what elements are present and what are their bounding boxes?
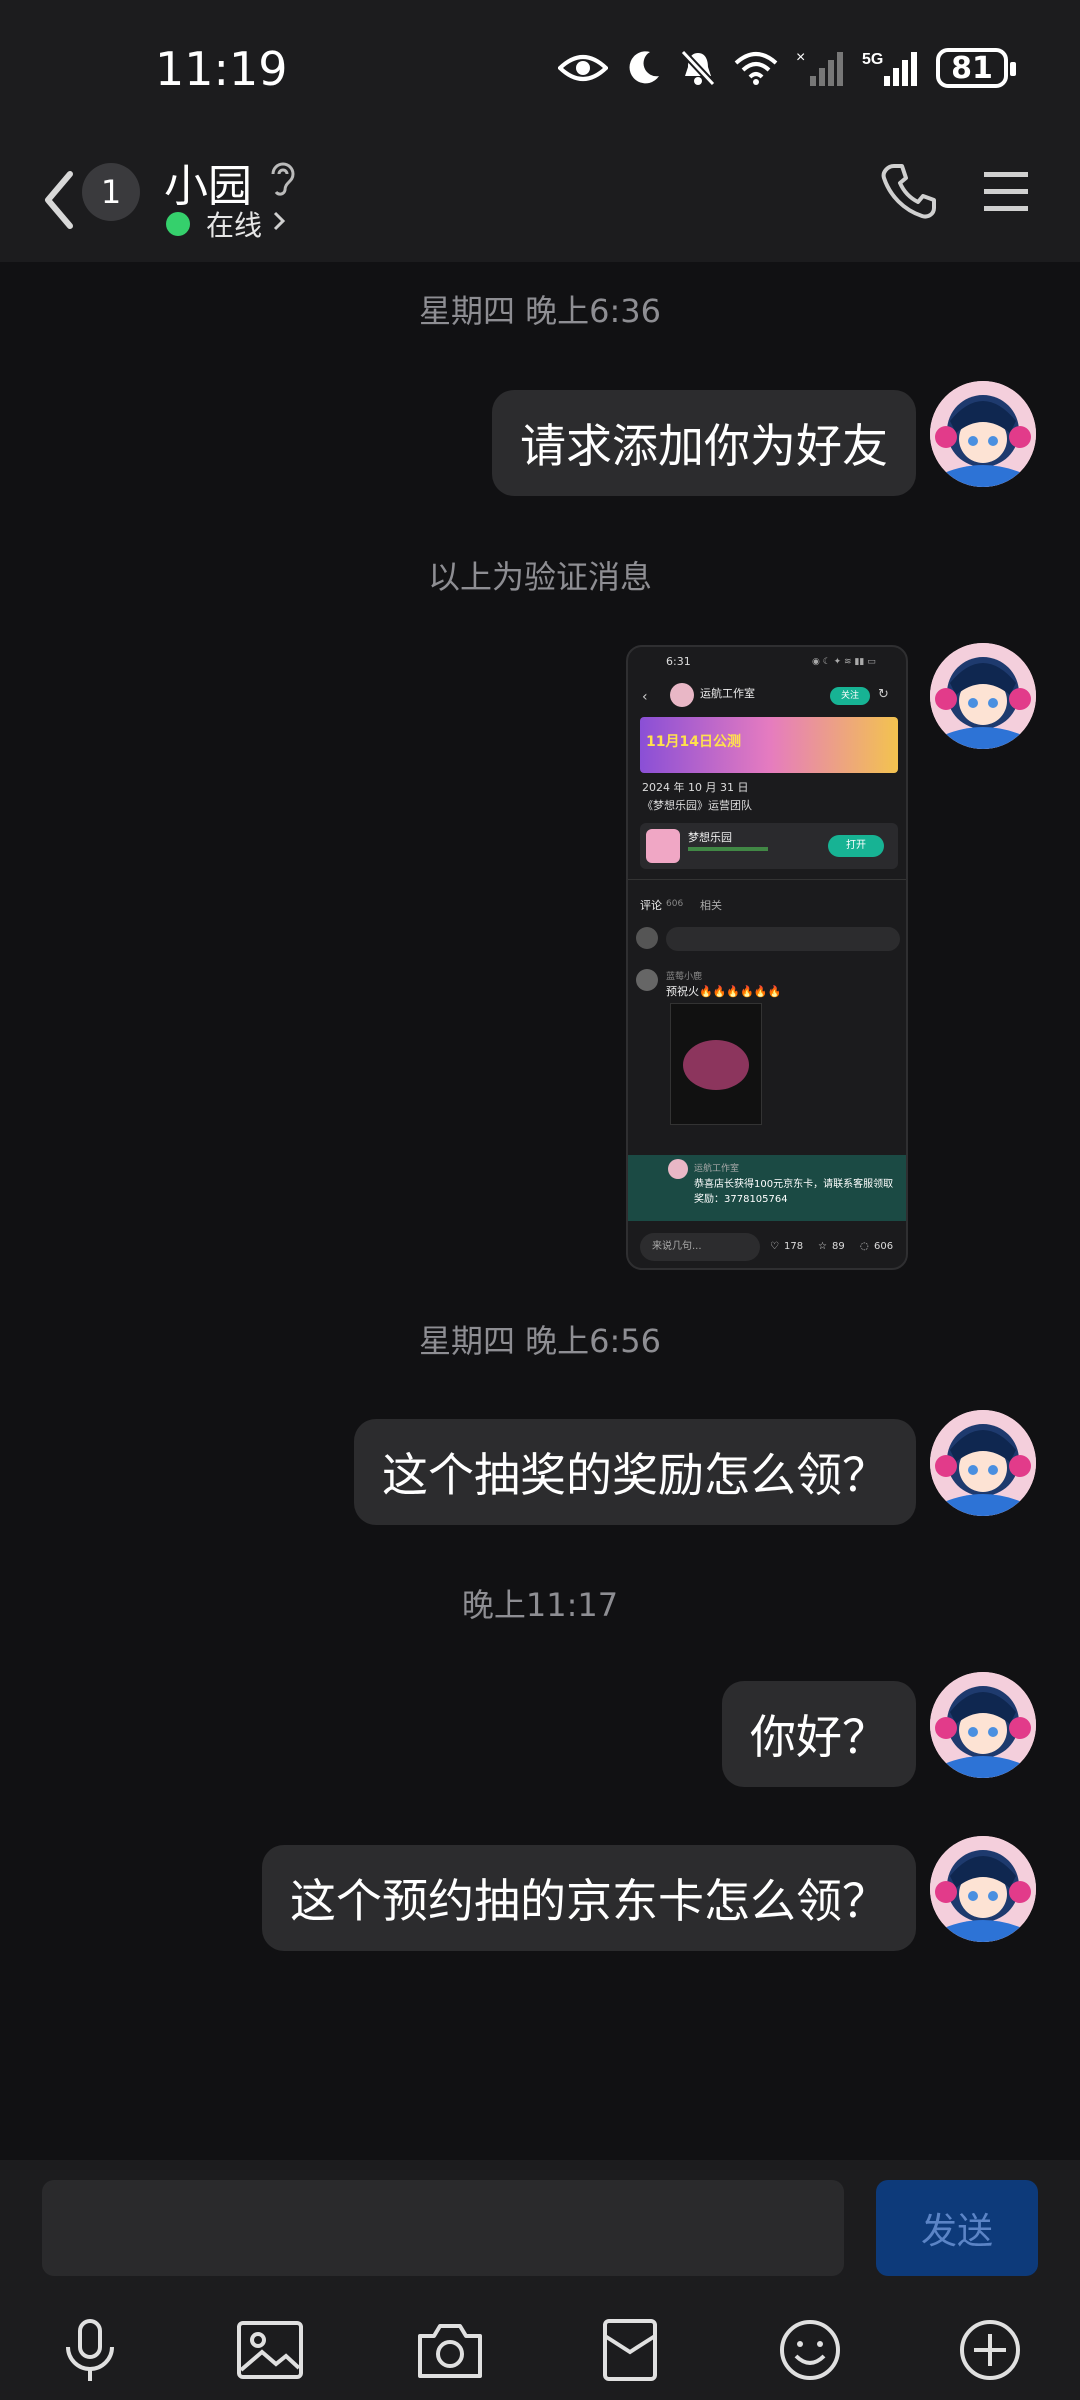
screenshot-reply-avatar [668, 1159, 688, 1179]
screenshot-comment-input [666, 927, 900, 951]
svg-text:×: × [796, 49, 805, 66]
screenshot-banner-text: 11月14日公测 [646, 734, 741, 750]
message-bubble[interactable]: 这个抽奖的奖励怎么领？ [354, 1419, 916, 1525]
screenshot-bottom-input: 来说几句... [640, 1233, 760, 1261]
screenshot-date: 2024 年 10 月 31 日 [642, 781, 749, 794]
status-icons: × 5G 81 [558, 48, 1016, 88]
status-bar: 11:19 × 5G 81 [0, 0, 1080, 140]
screenshot-reply-text: 恭喜店长获得100元京东卡，请联系客服领取奖励：3778105764 [694, 1179, 894, 1205]
ear-icon[interactable] [268, 160, 298, 198]
screenshot-reply-user: 运航工作室 [694, 1164, 740, 1174]
image-icon[interactable] [230, 2310, 310, 2390]
screenshot-self-avatar [636, 927, 658, 949]
screenshot-comments-count: 606 [666, 899, 684, 909]
screenshot-comment-avatar [636, 969, 658, 991]
screenshot-star-icon: ☆ [818, 1241, 827, 1252]
screenshot-time: 6:31 [666, 655, 691, 668]
avatar[interactable] [930, 643, 1036, 749]
screenshot-reply-card: 运航工作室 恭喜店长获得100元京东卡，请联系客服领取奖励：3778105764 [628, 1155, 906, 1221]
screenshot-comment-image [670, 1003, 762, 1125]
message-bubble[interactable]: 你好？ [722, 1681, 916, 1787]
camera-icon[interactable] [410, 2310, 490, 2390]
screenshot-star-count: 89 [832, 1241, 845, 1252]
red-packet-icon[interactable] [590, 2310, 670, 2390]
screenshot-like-icon: ♡ [770, 1241, 779, 1252]
moon-icon [629, 51, 659, 84]
screenshot-reply-count: 606 [874, 1241, 894, 1252]
screenshot-comment-image-art [683, 1040, 749, 1090]
screenshot-comment-user: 蓝莓小鹿 [666, 972, 703, 982]
screenshot-comments-tab: 评论 [640, 899, 662, 912]
online-status-dot [166, 212, 190, 236]
avatar[interactable] [930, 1410, 1036, 1516]
microphone-icon[interactable] [50, 2310, 130, 2390]
eye-icon [558, 55, 608, 81]
screenshot-banner: 11月14日公测 [640, 717, 898, 773]
screenshot-team: 《梦想乐园》运营团队 [642, 799, 752, 812]
message-input[interactable] [42, 2180, 844, 2276]
menu-icon[interactable] [982, 170, 1030, 214]
screenshot-studio-avatar [670, 683, 694, 707]
battery-icon: 81 [936, 48, 1016, 88]
verification-notice: 以上为验证消息 [427, 558, 652, 596]
online-status[interactable]: 在线 [206, 204, 262, 244]
avatar[interactable] [930, 1836, 1036, 1942]
screenshot-app-card: 梦想乐园 打开 [640, 823, 898, 869]
unread-badge[interactable]: 1 [82, 163, 140, 221]
screenshot-message[interactable]: 6:31 ◉ ☾ ✦ ≋ ▮▮ ▭ ‹ 运航工作室 关注 ↻ 11月14日公测 … [626, 645, 908, 1270]
screenshot-share-icon: ↻ [878, 687, 889, 702]
signal-5g-icon: 5G [862, 51, 917, 86]
screenshot-reply-icon: ◌ [860, 1241, 869, 1252]
screenshot-app-rating [688, 847, 768, 851]
timestamp: 晚上11:17 [461, 1586, 619, 1624]
svg-text:5G: 5G [862, 51, 883, 68]
chevron-right-icon[interactable] [272, 210, 286, 232]
status-time: 11:19 [155, 42, 288, 96]
message-bubble[interactable]: 请求添加你为好友 [492, 390, 916, 496]
screenshot-like-count: 178 [784, 1241, 804, 1252]
send-button[interactable]: 发送 [876, 2180, 1038, 2276]
timestamp: 星期四 晚上6:56 [418, 1322, 662, 1360]
screenshot-app-icon [646, 829, 680, 863]
wifi-icon [734, 52, 778, 85]
signal-off-icon: × [796, 49, 843, 86]
message-bubble[interactable]: 这个预约抽的京东卡怎么领？ [262, 1845, 916, 1951]
screenshot-app-name: 梦想乐园 [688, 831, 732, 844]
plus-icon[interactable] [950, 2310, 1030, 2390]
avatar[interactable] [930, 381, 1036, 487]
screenshot-related-tab: 相关 [700, 899, 722, 912]
screenshot-open-button: 打开 [828, 835, 884, 857]
screenshot-divider [628, 879, 906, 880]
screenshot-back-icon: ‹ [642, 689, 648, 705]
mute-bell-icon [680, 49, 716, 87]
avatar[interactable] [930, 1672, 1036, 1778]
screenshot-studio-name: 运航工作室 [700, 687, 755, 700]
timestamp: 星期四 晚上6:36 [418, 292, 662, 330]
phone-call-icon[interactable] [880, 162, 938, 220]
screenshot-status-icons: ◉ ☾ ✦ ≋ ▮▮ ▭ [812, 657, 876, 667]
screenshot-comment-text: 预祝火🔥🔥🔥🔥🔥🔥 [666, 985, 782, 998]
emoji-icon[interactable] [770, 2310, 850, 2390]
screenshot-follow-button: 关注 [830, 687, 870, 705]
